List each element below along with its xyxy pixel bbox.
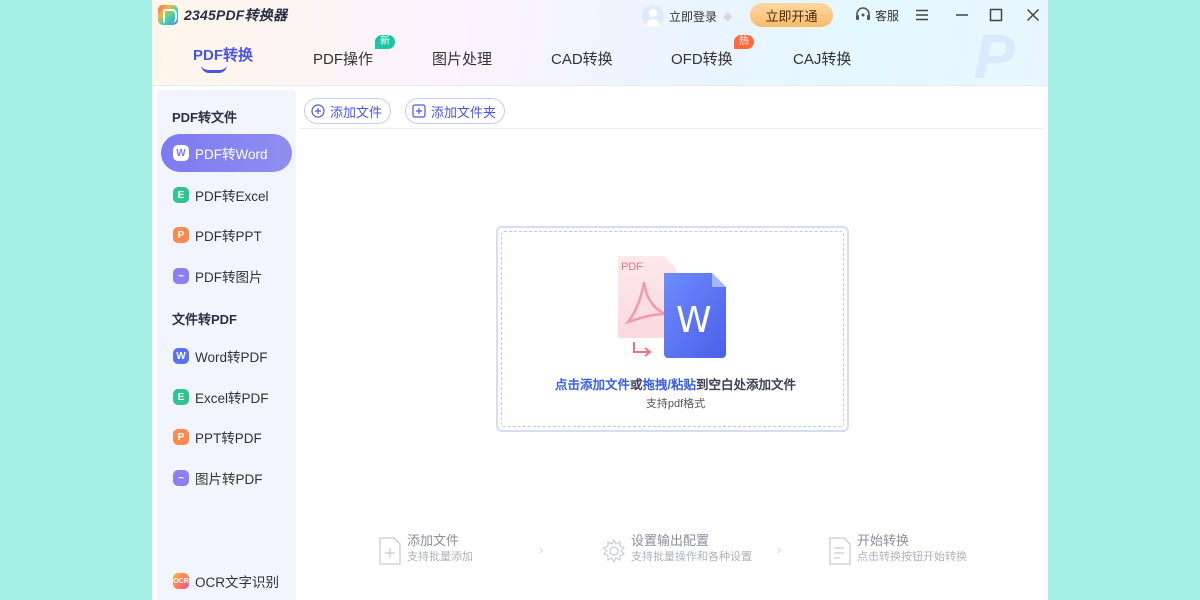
title-bar: P 2345PDF转换器 立即登录 ◆ 立即开通 客服 PDF转换 PDF操作 … [152,0,1048,86]
tab-cad-convert[interactable]: CAD转换 [551,48,613,69]
avatar [642,5,664,27]
supported-format: 支持pdf格式 [645,398,706,410]
sidebar: PDF转文件 W PDF转Word E PDF转Excel P PDF转PPT … [157,90,296,600]
drop-zone-border: PDF W 点击添加文件或拖拽/粘贴到空白处添加文件 支持pdf格式 [501,231,844,427]
tab-underline [201,65,227,73]
sidebar-item-excel-to-pdf[interactable]: E Excel转PDF [161,378,292,416]
sidebar-item-pdf-to-excel[interactable]: E PDF转Excel [161,176,292,214]
image-icon: ~ [173,470,189,486]
section-title-pdf-to-file: PDF转文件 [172,110,238,125]
login-link[interactable]: 立即登录 ◆ [642,4,732,28]
menu-icon[interactable] [911,4,933,26]
drop-instruction: 点击添加文件或拖拽/粘贴到空白处添加文件 [554,378,797,392]
add-folder-button[interactable]: 添加文件夹 [405,98,506,124]
sidebar-item-pdf-to-image[interactable]: ~ PDF转图片 [161,257,292,295]
vip-button[interactable]: 立即开通 [750,3,833,27]
headset-icon [856,7,870,20]
chevron-right-icon: › [777,542,782,557]
word-icon: W [173,145,189,161]
logo-icon [158,5,178,25]
sidebar-item-pdf-to-word[interactable]: W PDF转Word [161,134,292,172]
section-title-file-to-pdf: 文件转PDF [172,312,238,327]
sidebar-item-word-to-pdf[interactable]: W Word转PDF [161,337,292,375]
pdf-watermark: P [974,30,1016,86]
app-logo: 2345PDF转换器 [158,4,287,26]
app-title: 2345PDF转换器 [184,7,288,23]
step-output-config: 设置输出配置 支持批量操作和各种设置 [602,532,752,566]
ppt-icon: P [173,429,189,445]
svg-text:W: W [676,300,712,341]
service-button[interactable]: 客服 [854,4,899,26]
excel-icon: E [173,187,189,203]
excel-icon: E [173,389,189,405]
svg-text:PDF: PDF [621,261,643,273]
tab-pdf-operate[interactable]: PDF操作 [313,48,373,69]
minimize-icon[interactable] [951,4,973,26]
image-icon: ~ [173,268,189,284]
click-add-link[interactable]: 点击添加文件 [555,378,630,392]
steps-guide: 添加文件 支持批量添加 › 设置输出配置 支持批量操作和各种设置 › 开始转换 [152,532,1048,572]
sidebar-item-pdf-to-ppt[interactable]: P PDF转PPT [161,216,292,254]
add-file-button[interactable]: 添加文件 [304,98,392,124]
tab-pdf-convert[interactable]: PDF转换 [193,44,253,73]
service-label: 客服 [875,8,900,23]
new-badge: 新 [375,35,395,49]
ppt-icon: P [173,227,189,243]
word-icon: W [173,348,189,364]
document-list-icon [829,537,851,565]
diamond-icon: ◆ [723,9,733,23]
hot-badge: 热 [734,35,754,49]
sidebar-item-image-to-pdf[interactable]: ~ 图片转PDF [161,459,292,497]
sidebar-item-ppt-to-pdf[interactable]: P PPT转PDF [161,418,292,456]
close-icon[interactable] [1022,4,1044,26]
pdf-to-word-illustration: PDF W [618,256,726,358]
drop-zone[interactable]: PDF W 点击添加文件或拖拽/粘贴到空白处添加文件 支持pdf格式 [496,226,849,432]
plus-square-icon [412,104,426,118]
app-window: P 2345PDF转换器 立即登录 ◆ 立即开通 客服 PDF转换 PDF操作 … [152,0,1048,600]
ocr-icon: OCR [173,573,189,589]
login-label: 立即登录 [669,9,718,24]
add-file-step-icon [379,537,401,565]
tab-caj-convert[interactable]: CAJ转换 [793,48,851,69]
plus-circle-icon [311,104,325,118]
chevron-right-icon: › [539,542,544,557]
tab-ofd-convert[interactable]: OFD转换 [671,48,733,69]
step-add-file: 添加文件 支持批量添加 [378,532,473,566]
maximize-icon[interactable] [985,4,1007,26]
drag-paste-text: 拖拽/粘贴 [642,378,696,392]
tab-image-process[interactable]: 图片处理 [432,48,492,69]
gear-icon [602,538,626,564]
step-start-convert: 开始转换 点击转换按钮开始转换 [828,532,967,566]
main-tabs: PDF转换 PDF操作 新 图片处理 CAD转换 OFD转换 热 CAJ转换 [152,35,932,78]
file-toolbar: 添加文件 添加文件夹 [300,97,1044,129]
